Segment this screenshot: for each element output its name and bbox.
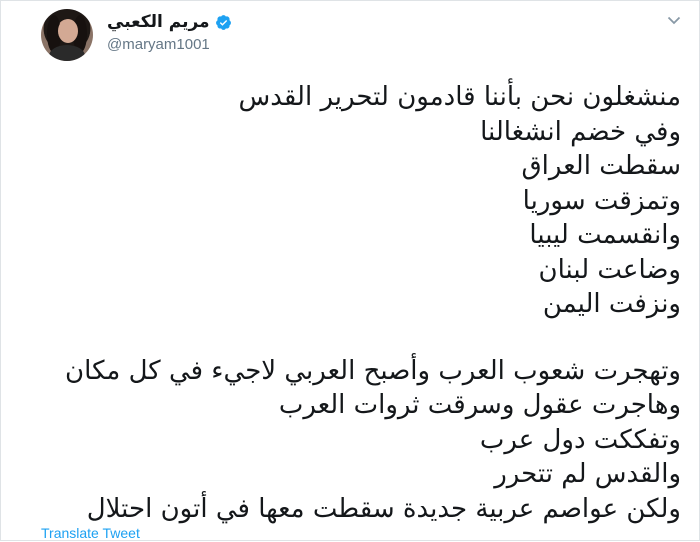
avatar[interactable] bbox=[41, 9, 93, 61]
tweet-line: ونزفت اليمن bbox=[542, 289, 681, 319]
tweet-line: والقدس لم تتحرر bbox=[494, 459, 681, 489]
tweet-line: وضاعت لبنان bbox=[538, 254, 682, 285]
display-name[interactable]: مريم الكعبي bbox=[107, 12, 210, 32]
tweet-line: ولكن عواصم عربية جديدة سقطت معها في أتون… bbox=[86, 493, 681, 524]
tweet-line: وانقسمت ليبيا bbox=[529, 220, 681, 250]
tweet-line: منشغلون نحن بأننا قادمون لتحرير القدس bbox=[238, 82, 681, 112]
user-info[interactable]: مريم الكعبي @maryam1001 bbox=[107, 11, 232, 53]
verified-badge-icon bbox=[215, 14, 231, 30]
tweet-card: مريم الكعبي @maryam1001 منشغلون نحن بأنن… bbox=[0, 0, 700, 541]
tweet-text: منشغلون نحن بأننا قادمون لتحرير القدس وف… bbox=[21, 80, 681, 526]
user-handle: @maryam1001 bbox=[107, 36, 210, 53]
tweet-header: مريم الكعبي @maryam1001 bbox=[41, 7, 685, 65]
tweet-line: وهاجرت عقول وسرقت ثروات العرب bbox=[278, 390, 681, 420]
translate-tweet-link[interactable]: Translate Tweet bbox=[41, 525, 140, 542]
chevron-down-icon[interactable] bbox=[665, 13, 683, 27]
tweet-line: وتمزقت سوريا bbox=[522, 185, 681, 216]
tweet-line: وتفككت دول عرب bbox=[479, 424, 681, 455]
tweet-line: وفي خضم انشغالنا bbox=[480, 116, 681, 147]
tweet-line: وتهجرت شعوب العرب وأصبح العربي لاجيء في … bbox=[65, 355, 681, 386]
tweet-line: سقطت العراق bbox=[521, 151, 682, 181]
